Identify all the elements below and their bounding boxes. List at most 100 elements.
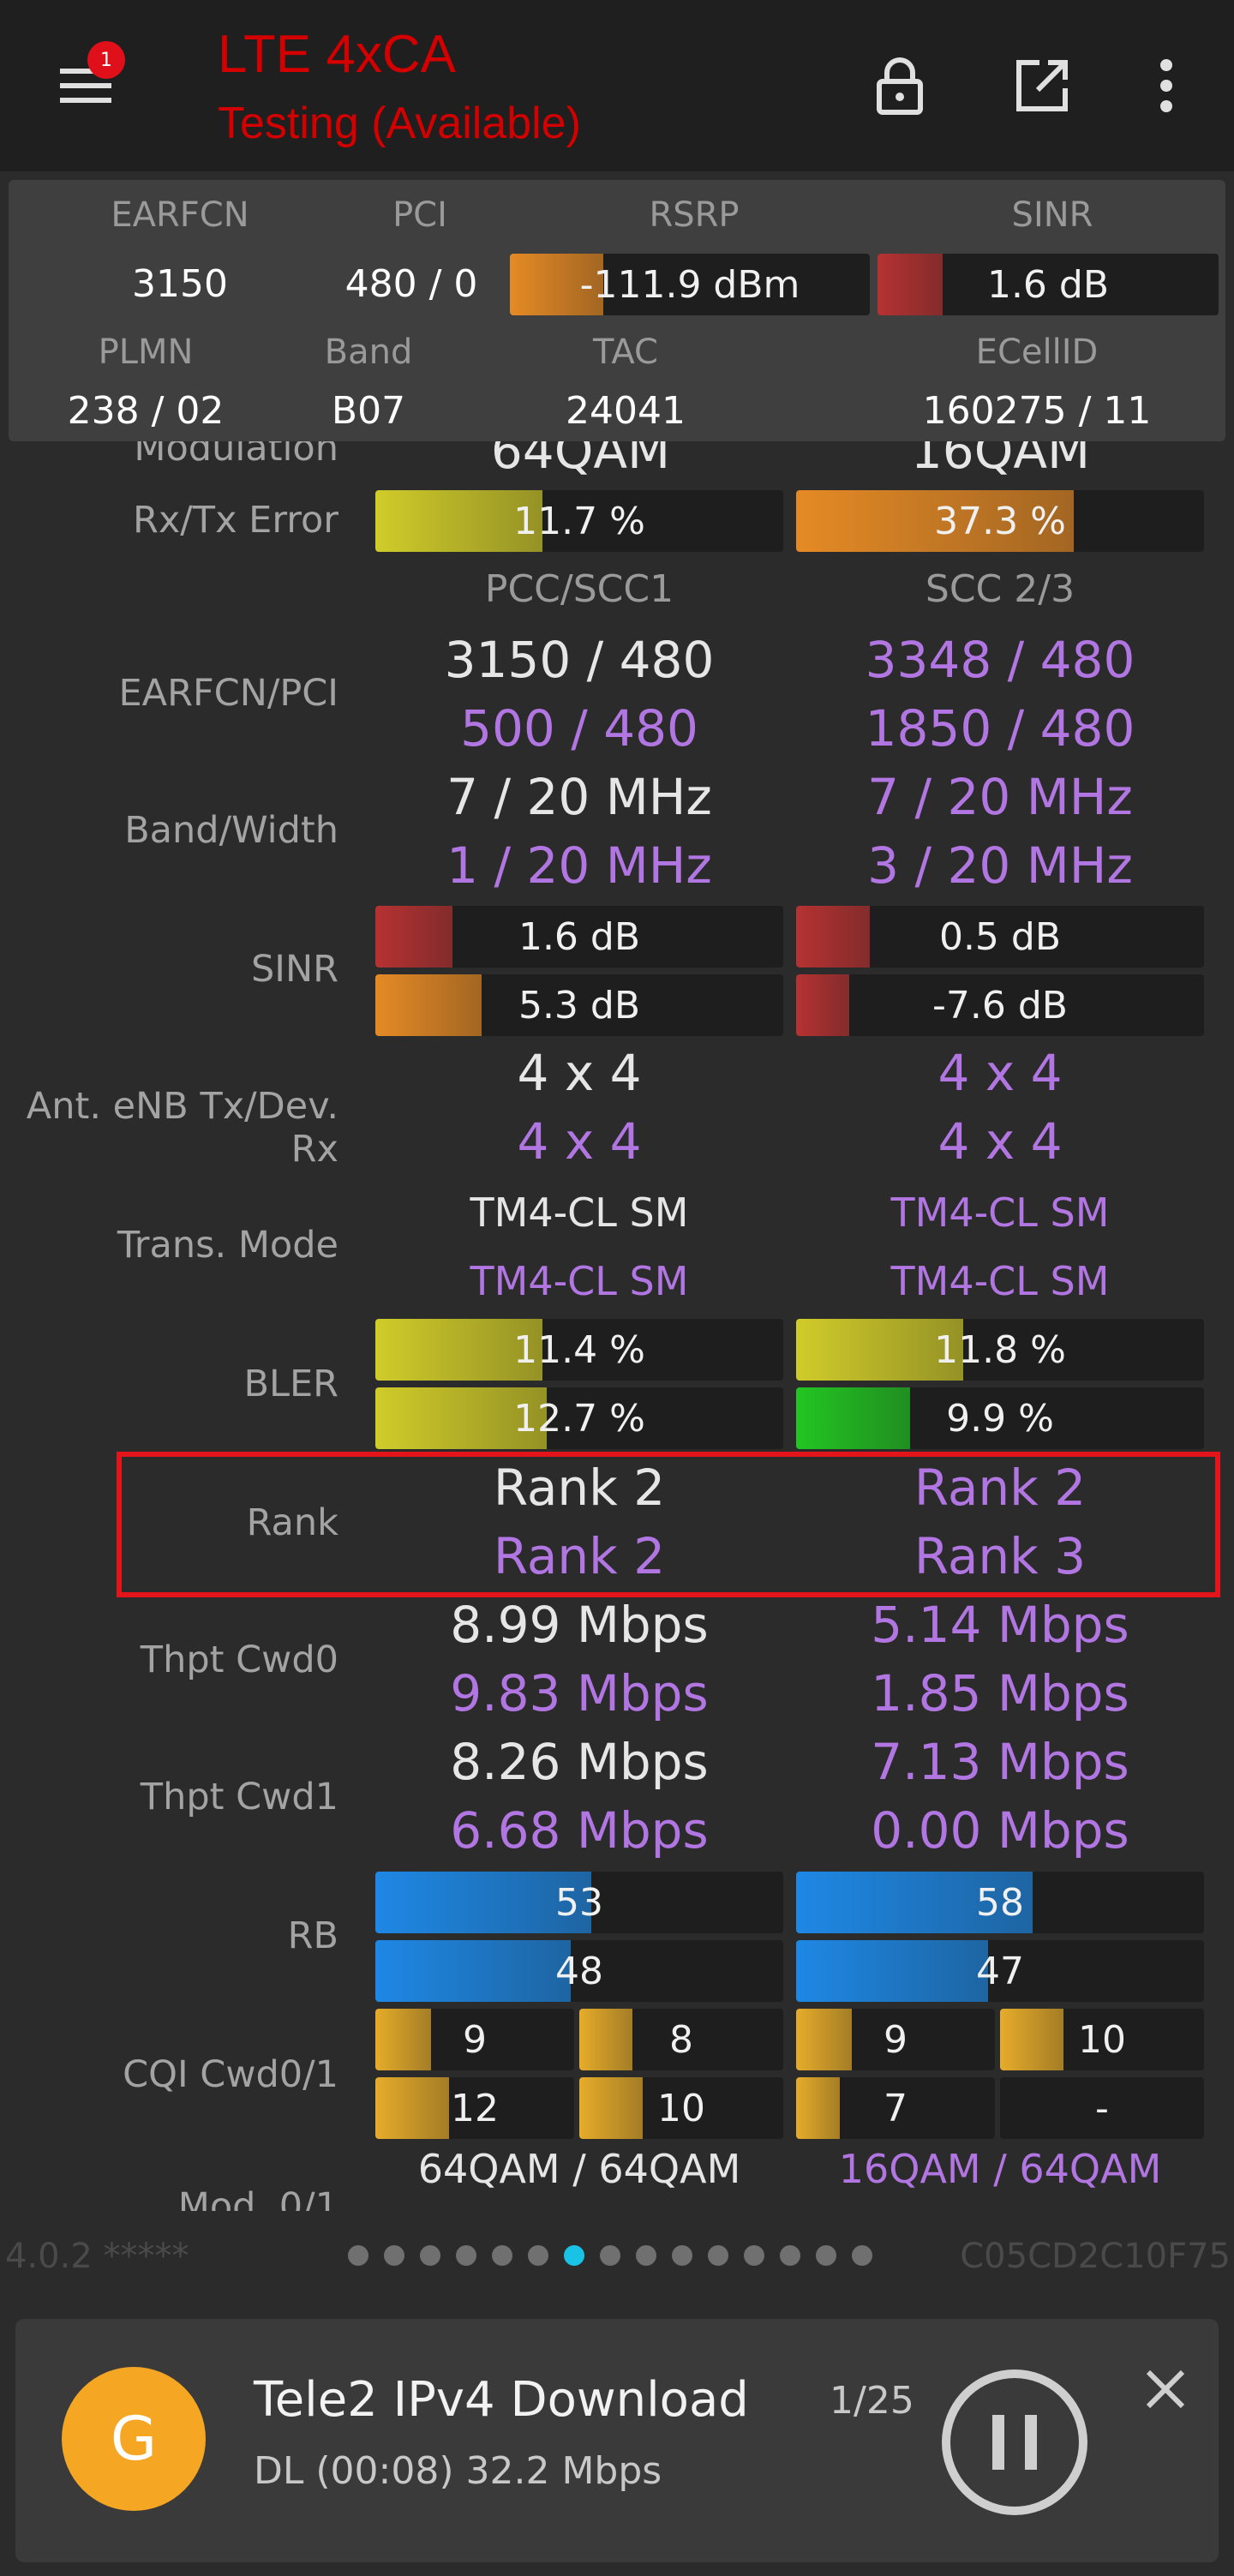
page-dot[interactable]	[744, 2245, 764, 2266]
page-dot[interactable]	[780, 2245, 800, 2266]
more-vert-icon	[1160, 59, 1172, 112]
test-player: G Tele2 IPv4 Download DL (00:08) 32.2 Mb…	[15, 2319, 1219, 2562]
rank-scc1: Rank 2	[914, 1459, 1087, 1517]
page-dot[interactable]	[420, 2245, 440, 2266]
cqi-cell: 7	[796, 2077, 995, 2139]
cqi-cell-value: 12	[451, 2086, 499, 2130]
sinr-row-label: SINR	[250, 948, 338, 991]
trans-mode-scc1: TM4-CL SM	[890, 1189, 1110, 1236]
cqi-cell: -	[1000, 2077, 1204, 2139]
antenna-pcc1: 4 x 4	[517, 1044, 642, 1102]
page-dot[interactable]	[672, 2245, 692, 2266]
ecellid-label: ECellID	[975, 332, 1099, 372]
cqi-cell-value: 10	[1078, 2017, 1126, 2062]
page-dot[interactable]	[492, 2245, 512, 2266]
bler-pcc2-bar: 12.7 %	[375, 1387, 783, 1449]
cqi-cell-value: 8	[669, 2017, 693, 2062]
sinr-pcc1-value: 1.6 dB	[518, 914, 641, 959]
earfcn-pci-scc2: 1850 / 480	[865, 699, 1135, 758]
rxtx-error-scc-bar: 37.3 %	[796, 490, 1204, 552]
thpt-cwd0-label: Thpt Cwd0	[140, 1638, 338, 1681]
lock-button[interactable]	[857, 43, 943, 129]
cqi-cell: 12	[375, 2077, 574, 2139]
antenna-pcc2: 4 x 4	[517, 1112, 642, 1171]
thpt-cwd1-pcc2: 6.68 Mbps	[450, 1801, 709, 1860]
page-dot[interactable]	[348, 2245, 368, 2266]
band-width-scc1: 7 / 20 MHz	[867, 768, 1133, 826]
thpt-cwd1-scc1: 7.13 Mbps	[871, 1733, 1129, 1791]
app-title: LTE 4xCA	[218, 25, 456, 84]
page-dot[interactable]	[564, 2245, 584, 2266]
bler-scc2-bar: 9.9 %	[796, 1387, 1204, 1449]
thpt-cwd0-pcc2: 9.83 Mbps	[450, 1664, 709, 1722]
page-dot[interactable]	[708, 2245, 728, 2266]
open-external-button[interactable]	[999, 43, 1085, 129]
close-button[interactable]	[1129, 2353, 1201, 2425]
rxtx-error-pcc-bar: 11.7 %	[375, 490, 783, 552]
thpt-cwd0-scc2: 1.85 Mbps	[871, 1664, 1129, 1722]
page-dot[interactable]	[816, 2245, 836, 2266]
thpt-cwd1-pcc1: 8.26 Mbps	[450, 1733, 709, 1791]
cqi-cell-value: 7	[884, 2086, 908, 2130]
page-dot[interactable]	[384, 2245, 404, 2266]
sinr-label: SINR	[1011, 195, 1093, 235]
pause-button[interactable]	[939, 2367, 1090, 2518]
pci-label: PCI	[392, 195, 447, 235]
band-width-scc2: 3 / 20 MHz	[867, 836, 1133, 895]
thpt-cwd0-scc1: 5.14 Mbps	[871, 1596, 1129, 1654]
bler-label: BLER	[243, 1363, 338, 1405]
page-dot[interactable]	[600, 2245, 620, 2266]
rb-pcc2-bar: 48	[375, 1940, 783, 2002]
rank-pcc2: Rank 2	[493, 1527, 666, 1585]
player-counter: 1/25	[830, 2379, 914, 2423]
mod-label: Mod. 0/1	[177, 2185, 338, 2211]
rb-scc1-bar: 58	[796, 1872, 1204, 1933]
column-header-pcc: PCC/SCC1	[484, 567, 674, 611]
thpt-cwd1-scc2: 0.00 Mbps	[871, 1801, 1129, 1860]
rb-pcc1-value: 53	[555, 1880, 603, 1925]
cqi-cell-value: 9	[884, 2017, 908, 2062]
rsrp-bar: -111.9 dBm	[510, 254, 870, 315]
rxtx-error-pcc-value: 11.7 %	[513, 499, 645, 543]
cqi-cell: 9	[796, 2009, 995, 2070]
bler-pcc1-value: 11.4 %	[513, 1327, 645, 1372]
bler-pcc2-value: 12.7 %	[513, 1396, 645, 1441]
band-value: B07	[331, 389, 406, 433]
page-dot[interactable]	[852, 2245, 872, 2266]
plmn-label: PLMN	[98, 332, 194, 372]
serving-cell-summary: EARFCN PCI RSRP SINR 3150 480 / 0 -111.9…	[9, 180, 1225, 441]
thpt-cwd1-label: Thpt Cwd1	[140, 1776, 338, 1818]
page-dot[interactable]	[636, 2245, 656, 2266]
earfcn-value: 3150	[132, 262, 228, 306]
bler-scc1-bar: 11.8 %	[796, 1319, 1204, 1381]
rb-scc2-bar: 47	[796, 1940, 1204, 2002]
thpt-cwd0-pcc1: 8.99 Mbps	[450, 1596, 709, 1654]
antenna-scc1: 4 x 4	[937, 1044, 1063, 1102]
rxtx-error-scc-value: 37.3 %	[934, 499, 1066, 543]
page-indicator[interactable]	[348, 2245, 879, 2271]
trans-mode-pcc2: TM4-CL SM	[470, 1258, 689, 1304]
app-subtitle: Testing (Available)	[218, 99, 581, 148]
cqi-cell: 9	[375, 2009, 574, 2070]
device-id: C05CD2C10F75	[960, 2237, 1231, 2276]
page-dot[interactable]	[528, 2245, 548, 2266]
more-options-button[interactable]	[1128, 43, 1205, 129]
sinr-pcc1-bar: 1.6 dB	[375, 906, 783, 967]
app-bar: 1 LTE 4xCA Testing (Available)	[0, 0, 1234, 171]
sinr-scc1-value: 0.5 dB	[938, 914, 1062, 959]
trans-mode-scc2: TM4-CL SM	[890, 1258, 1110, 1304]
pci-value: 480 / 0	[344, 262, 478, 306]
ecellid-value: 160275 / 11	[922, 389, 1152, 433]
rank-scc2: Rank 3	[914, 1527, 1087, 1585]
page-dot[interactable]	[456, 2245, 476, 2266]
menu-button[interactable]: 1	[34, 34, 137, 137]
band-width-label: Band/Width	[124, 809, 338, 852]
band-width-pcc1: 7 / 20 MHz	[446, 768, 712, 826]
earfcn-label: EARFCN	[111, 195, 249, 235]
cqi-label: CQI Cwd0/1	[123, 2053, 338, 2096]
bler-scc2-value: 9.9 %	[946, 1396, 1054, 1441]
cqi-cell: 10	[1000, 2009, 1204, 2070]
mod-scc: 16QAM / 64QAM	[838, 2146, 1162, 2192]
rb-scc1-value: 58	[976, 1880, 1024, 1925]
sinr-pcc2-bar: 5.3 dB	[375, 974, 783, 1036]
